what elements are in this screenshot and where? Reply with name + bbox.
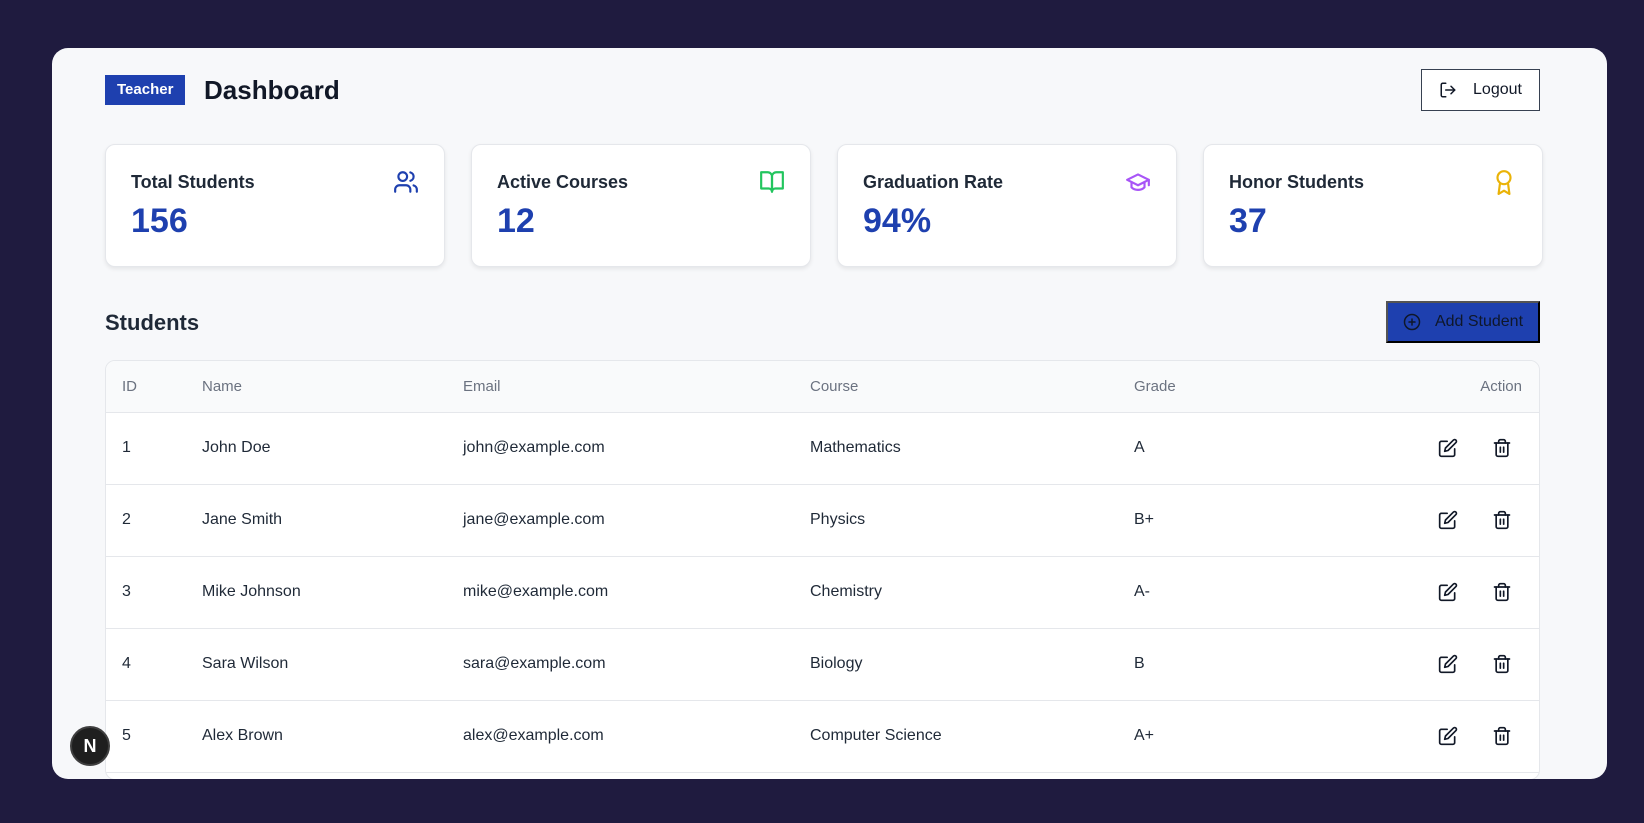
trash-icon[interactable]	[1492, 726, 1512, 746]
table-row: 5 Alex Brown alex@example.com Computer S…	[106, 700, 1539, 773]
edit-icon[interactable]	[1438, 510, 1458, 530]
stat-value: 94%	[863, 202, 932, 240]
nextjs-dev-indicator[interactable]: N	[70, 726, 110, 766]
cell-email: alex@example.com	[463, 700, 810, 773]
stat-card-graduation-rate: Graduation Rate 94%	[837, 144, 1177, 267]
cell-name: John Doe	[202, 412, 463, 485]
stat-label: Total Students	[131, 172, 255, 192]
add-student-button[interactable]: Add Student	[1386, 301, 1540, 343]
stat-card-total-students: Total Students 156	[105, 144, 445, 267]
cell-course: Mathematics	[810, 412, 1134, 485]
role-badge: Teacher	[105, 75, 186, 105]
edit-icon[interactable]	[1438, 654, 1458, 674]
students-section-title: Students	[105, 310, 200, 335]
cell-email: sara@example.com	[463, 628, 810, 701]
stat-label: Graduation Rate	[863, 172, 1004, 192]
users-icon	[393, 169, 419, 195]
edit-icon[interactable]	[1438, 726, 1458, 746]
trash-icon[interactable]	[1492, 654, 1512, 674]
logout-icon	[1439, 81, 1457, 99]
stat-label: Honor Students	[1229, 172, 1364, 192]
column-header-course: Course	[810, 361, 1134, 413]
graduation-cap-icon	[1125, 169, 1151, 195]
cell-name: Sara Wilson	[202, 628, 463, 701]
cell-grade: A	[1134, 412, 1334, 485]
edit-icon[interactable]	[1438, 582, 1458, 602]
cell-actions	[1334, 412, 1539, 485]
table-row: 1 John Doe john@example.com Mathematics …	[106, 412, 1539, 485]
column-header-id: ID	[106, 361, 202, 413]
nextjs-logo-letter: N	[83, 735, 97, 756]
stats-row: Total Students 156 Active Courses 12 Gra…	[105, 144, 1543, 267]
cell-email: john@example.com	[463, 412, 810, 485]
logout-button[interactable]: Logout	[1421, 69, 1540, 111]
stat-value: 156	[131, 202, 188, 240]
trash-icon[interactable]	[1492, 510, 1512, 530]
cell-id: 1	[106, 412, 202, 485]
cell-course: Computer Science	[810, 700, 1134, 773]
cell-actions	[1334, 556, 1539, 629]
students-table-container: ID Name Email Course Grade Action 1 John…	[105, 360, 1540, 779]
stat-card-honor-students: Honor Students 37	[1203, 144, 1543, 267]
cell-course: Biology	[810, 628, 1134, 701]
table-row: 4 Sara Wilson sara@example.com Biology B	[106, 628, 1539, 701]
cell-grade: A-	[1134, 556, 1334, 629]
page-title: Dashboard	[204, 75, 340, 105]
column-header-grade: Grade	[1134, 361, 1334, 413]
cell-name: Alex Brown	[202, 700, 463, 773]
table-header-row: ID Name Email Course Grade Action	[106, 361, 1539, 413]
students-table: ID Name Email Course Grade Action 1 John…	[106, 361, 1539, 773]
cell-name: Jane Smith	[202, 484, 463, 557]
cell-grade: B	[1134, 628, 1334, 701]
cell-email: mike@example.com	[463, 556, 810, 629]
cell-email: jane@example.com	[463, 484, 810, 557]
cell-actions	[1334, 700, 1539, 773]
column-header-name: Name	[202, 361, 463, 413]
cell-actions	[1334, 628, 1539, 701]
logout-label: Logout	[1473, 81, 1522, 98]
column-header-action: Action	[1334, 361, 1539, 413]
cell-grade: B+	[1134, 484, 1334, 557]
add-student-label: Add Student	[1434, 313, 1524, 330]
book-open-icon	[759, 169, 785, 195]
stat-value: 12	[497, 202, 535, 240]
cell-course: Physics	[810, 484, 1134, 557]
stat-card-active-courses: Active Courses 12	[471, 144, 811, 267]
stat-label: Active Courses	[497, 172, 629, 192]
cell-grade: A+	[1134, 700, 1334, 773]
stat-value: 37	[1229, 202, 1267, 240]
cell-actions	[1334, 484, 1539, 557]
main-content: Teacher Dashboard Logout Total Students …	[105, 48, 1543, 779]
cell-id: 4	[106, 628, 202, 701]
trash-icon[interactable]	[1492, 438, 1512, 458]
cell-course: Chemistry	[810, 556, 1134, 629]
cell-id: 5	[106, 700, 202, 773]
edit-icon[interactable]	[1438, 438, 1458, 458]
app-window: Teacher Dashboard Logout Total Students …	[52, 48, 1607, 779]
award-icon	[1491, 169, 1517, 195]
table-row: 2 Jane Smith jane@example.com Physics B+	[106, 484, 1539, 557]
cell-id: 2	[106, 484, 202, 557]
trash-icon[interactable]	[1492, 582, 1512, 602]
column-header-email: Email	[463, 361, 810, 413]
table-row: 3 Mike Johnson mike@example.com Chemistr…	[106, 556, 1539, 629]
plus-circle-icon	[1403, 313, 1421, 331]
cell-name: Mike Johnson	[202, 556, 463, 629]
cell-id: 3	[106, 556, 202, 629]
